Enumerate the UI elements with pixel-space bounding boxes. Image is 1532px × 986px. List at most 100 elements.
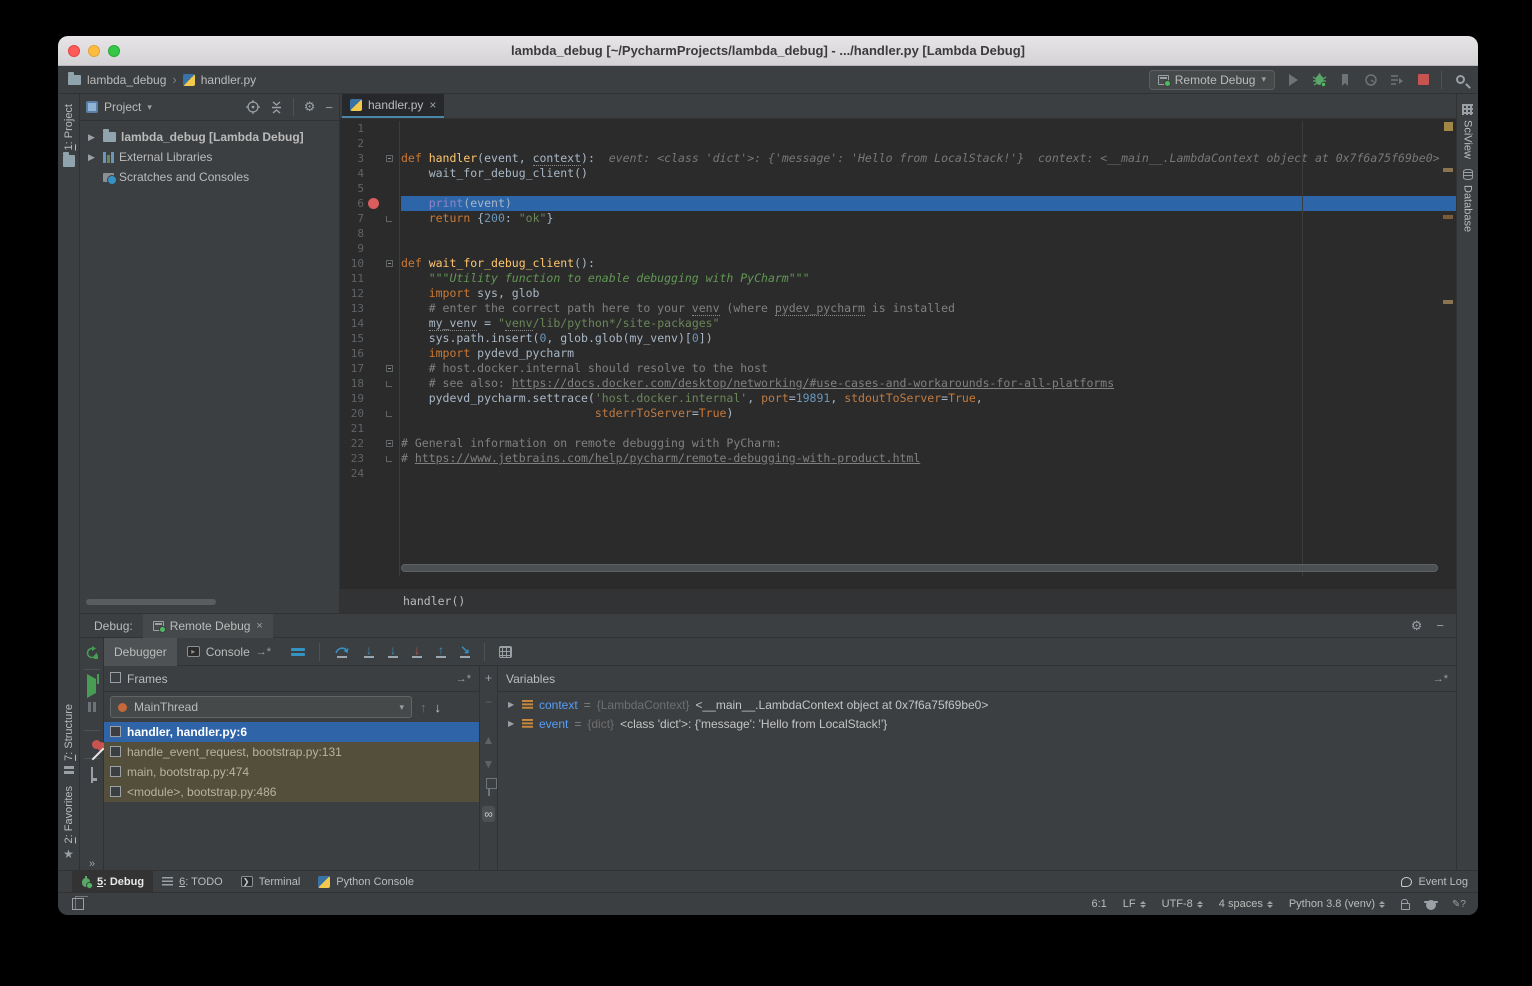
fold-column[interactable] xyxy=(382,365,396,372)
status-widget-4spaces[interactable]: 4 spaces xyxy=(1219,898,1273,910)
gutter-row[interactable]: 13 xyxy=(340,301,399,316)
gutter-row[interactable]: 6 xyxy=(340,196,399,211)
pause-button[interactable] xyxy=(88,702,96,712)
stack-frame-row[interactable]: handler, handler.py:6 xyxy=(104,722,479,742)
breakpoint-column[interactable] xyxy=(364,198,382,209)
zoom-window-button[interactable] xyxy=(108,45,120,57)
stack-frame-row[interactable]: <module>, bootstrap.py:486 xyxy=(104,782,479,802)
editor-gutter[interactable]: 123456789101112131415161718192021222324 xyxy=(340,121,400,576)
fold-column[interactable] xyxy=(382,216,396,222)
gutter-row[interactable]: 1 xyxy=(340,121,399,136)
stack-frame-row[interactable]: main, bootstrap.py:474 xyxy=(104,762,479,782)
run-button[interactable] xyxy=(1285,72,1301,88)
gutter-row[interactable]: 15 xyxy=(340,331,399,346)
stripe-project[interactable]: 1: Project xyxy=(58,104,79,167)
breakpoint-icon[interactable] xyxy=(368,198,379,209)
fold-icon[interactable] xyxy=(386,260,393,267)
gutter-row[interactable]: 17 xyxy=(340,361,399,376)
scrollbar-thumb[interactable] xyxy=(401,564,1438,572)
collapse-all-icon[interactable] xyxy=(270,101,283,114)
resume-button[interactable] xyxy=(87,679,96,693)
project-panel-title[interactable]: Project xyxy=(104,100,141,114)
pin-icon[interactable]: →* xyxy=(1433,673,1448,685)
gutter-row[interactable]: 21 xyxy=(340,421,399,436)
expand-triangle-icon[interactable]: ▶ xyxy=(508,719,516,728)
profile-button[interactable] xyxy=(1363,72,1379,88)
error-stripe-mark[interactable] xyxy=(1443,300,1453,304)
variable-row[interactable]: ▶event={dict}<class 'dict'>: {'message':… xyxy=(498,714,1456,733)
stripe-favorites[interactable]: 2: Favorites★ xyxy=(58,786,79,860)
previous-frame-button[interactable]: ↑ xyxy=(420,700,427,715)
hide-panel-icon[interactable]: − xyxy=(1436,618,1444,634)
gutter-row[interactable]: 11 xyxy=(340,271,399,286)
run-configurations-button[interactable] xyxy=(1389,72,1405,88)
tree-item[interactable]: Scratches and Consoles xyxy=(80,167,339,187)
locate-file-icon[interactable] xyxy=(246,100,260,114)
gutter-row[interactable]: 9 xyxy=(340,241,399,256)
close-window-button[interactable] xyxy=(68,45,80,57)
gutter-row[interactable]: 24 xyxy=(340,466,399,481)
fold-icon[interactable] xyxy=(386,411,392,417)
toolwindow-button-pythonconsole[interactable]: Python Console xyxy=(309,871,423,893)
chevron-right-icon[interactable]: ▶ xyxy=(88,152,98,163)
gutter-row[interactable]: 3 xyxy=(340,151,399,166)
move-up-button[interactable]: ▲ xyxy=(483,734,495,746)
pin-icon[interactable]: →* xyxy=(256,646,271,658)
next-frame-button[interactable]: ↓ xyxy=(435,700,442,715)
run-with-coverage-button[interactable] xyxy=(1337,72,1353,88)
fold-column[interactable] xyxy=(382,440,396,447)
step-over-button[interactable] xyxy=(334,645,350,658)
stop-button[interactable] xyxy=(1415,72,1431,88)
debug-session-tab[interactable]: Remote Debug × xyxy=(143,614,273,638)
tab-handler-py[interactable]: handler.py × xyxy=(342,94,444,118)
remove-watch-button[interactable]: − xyxy=(485,696,492,708)
close-icon[interactable]: × xyxy=(429,98,436,112)
step-into-my-code-button[interactable]: ↓ xyxy=(388,645,398,658)
breadcrumb-function[interactable]: handler() xyxy=(403,594,465,608)
step-out-button[interactable]: ↑ xyxy=(436,645,446,658)
code-editor[interactable]: 123456789101112131415161718192021222324 … xyxy=(340,119,1456,576)
status-widget-utf8[interactable]: UTF-8 xyxy=(1162,898,1203,910)
gear-icon[interactable]: ⚙ xyxy=(1411,618,1423,634)
variable-row[interactable]: ▶context={LambdaContext}<__main__.Lambda… xyxy=(498,695,1456,714)
more-actions-button[interactable]: » xyxy=(89,858,94,870)
add-watch-button[interactable]: + xyxy=(485,672,492,684)
fold-column[interactable] xyxy=(382,456,396,462)
gutter-row[interactable]: 5 xyxy=(340,181,399,196)
search-everywhere-button[interactable] xyxy=(1452,72,1468,88)
caret-position[interactable]: 6:1 xyxy=(1091,898,1106,910)
rerun-button[interactable] xyxy=(85,646,99,660)
fold-column[interactable] xyxy=(382,155,396,162)
gutter-row[interactable]: 14 xyxy=(340,316,399,331)
move-down-button[interactable]: ▼ xyxy=(483,758,495,770)
gear-icon[interactable]: ⚙ xyxy=(304,99,316,115)
minimize-window-button[interactable] xyxy=(88,45,100,57)
gutter-row[interactable]: 2 xyxy=(340,136,399,151)
breadcrumb-project[interactable]: lambda_debug xyxy=(87,73,166,87)
gutter-row[interactable]: 22 xyxy=(340,436,399,451)
expand-triangle-icon[interactable]: ▶ xyxy=(508,700,516,709)
pin-icon[interactable]: →* xyxy=(456,673,471,685)
run-to-cursor-button[interactable]: ↘ xyxy=(460,645,470,658)
gutter-row[interactable]: 19 xyxy=(340,391,399,406)
gutter-row[interactable]: 23 xyxy=(340,451,399,466)
tab-console[interactable]: ▸ Console →* xyxy=(177,638,281,666)
gutter-row[interactable]: 4 xyxy=(340,166,399,181)
show-execution-point-button[interactable] xyxy=(291,648,305,656)
close-icon[interactable]: × xyxy=(256,620,262,632)
toolwindow-switcher-icon[interactable] xyxy=(72,898,84,910)
debug-button[interactable] xyxy=(1311,72,1327,88)
fold-icon[interactable] xyxy=(386,440,393,447)
fold-icon[interactable] xyxy=(386,456,392,462)
stripe-structure[interactable]: 7: Structure xyxy=(58,704,79,776)
gutter-row[interactable]: 10 xyxy=(340,256,399,271)
status-widget-python38venv[interactable]: Python 3.8 (venv) xyxy=(1289,898,1385,910)
fold-icon[interactable] xyxy=(386,216,392,222)
stripe-database[interactable]: Database xyxy=(1457,169,1478,232)
thread-selector[interactable]: MainThread ▾ xyxy=(110,696,412,718)
inspections-icon[interactable] xyxy=(1426,900,1436,910)
evaluate-expression-button[interactable] xyxy=(499,646,512,658)
toolwindow-button-todo[interactable]: 6: TODO xyxy=(153,871,232,893)
stack-frame-row[interactable]: handle_event_request, bootstrap.py:131 xyxy=(104,742,479,762)
gutter-row[interactable]: 12 xyxy=(340,286,399,301)
